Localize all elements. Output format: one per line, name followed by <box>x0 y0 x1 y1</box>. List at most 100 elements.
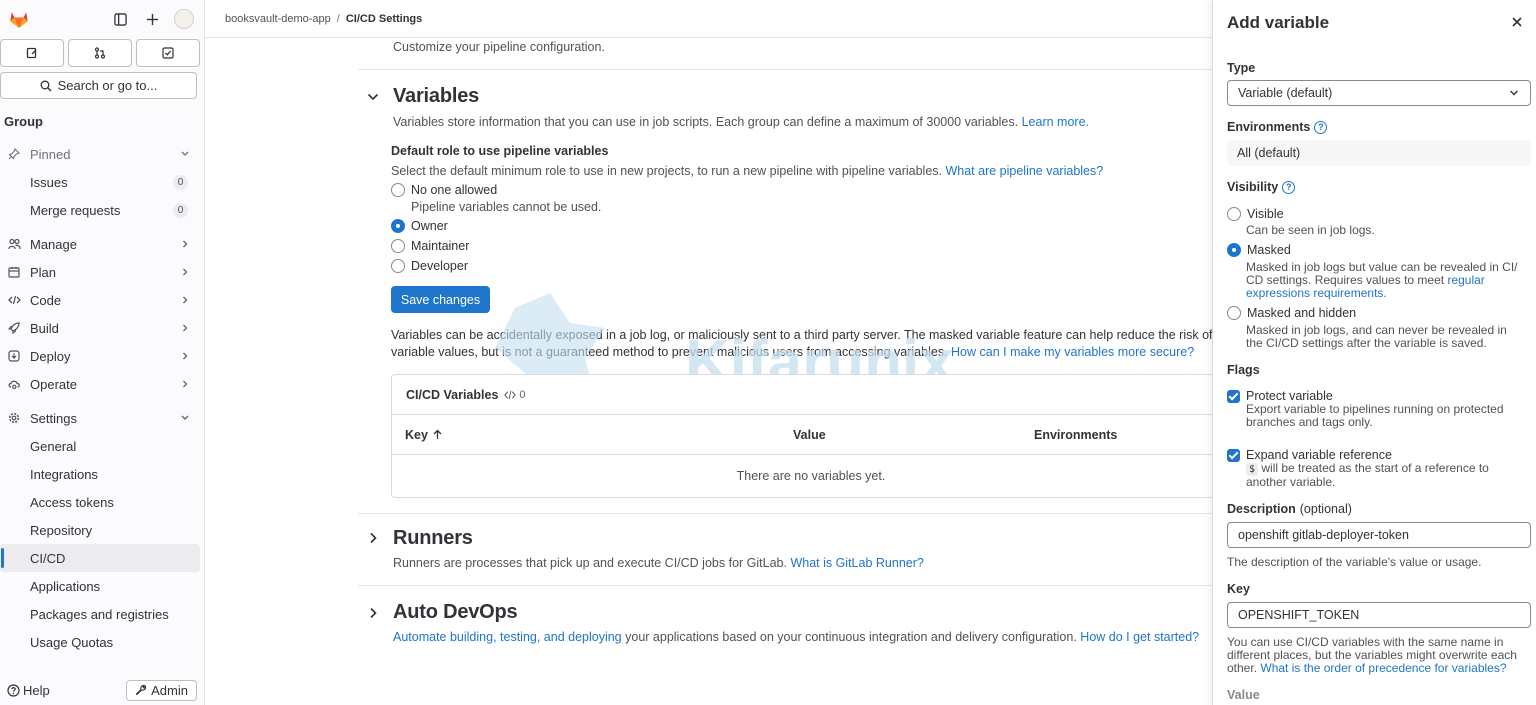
visibility-option-masked-hidden[interactable]: Masked and hidden <box>1227 306 1356 320</box>
help-question-icon[interactable]: ? <box>1282 180 1296 194</box>
sidebar-item-access-tokens[interactable]: Access tokens <box>0 488 200 516</box>
admin-button[interactable]: Admin <box>126 679 197 701</box>
user-avatar[interactable] <box>174 9 194 29</box>
role-option-maintainer[interactable]: Maintainer <box>391 239 469 253</box>
merge-requests-shortcut-button[interactable] <box>68 39 132 67</box>
radio-maintainer[interactable] <box>391 239 405 253</box>
search-button[interactable]: Search or go to... <box>0 72 197 99</box>
regular-expressions-link[interactable]: expressions requirements. <box>1246 286 1387 300</box>
precedence-link[interactable]: What is the order of precedence for vari… <box>1260 661 1506 675</box>
checkbox-checked[interactable] <box>1227 389 1240 403</box>
visibility-option-visible[interactable]: Visible <box>1227 207 1284 221</box>
sidebar-item-general[interactable]: General <box>0 432 200 460</box>
issues-shortcut-button[interactable] <box>0 39 64 67</box>
chevron-right-icon <box>183 268 188 276</box>
help-question-icon[interactable]: ? <box>1314 120 1328 134</box>
chevron-right-icon[interactable] <box>366 606 380 620</box>
sidebar-item-label: Repository <box>30 522 93 538</box>
radio-owner[interactable] <box>391 219 405 233</box>
description-input[interactable]: openshift gitlab-deployer-token <box>1227 522 1531 548</box>
chevron-down-icon <box>181 151 189 156</box>
chevron-right-icon <box>183 324 188 332</box>
radio-visible[interactable] <box>1227 207 1241 221</box>
sidebar-item-build[interactable]: Build <box>0 314 200 342</box>
sidebar-item-deploy[interactable]: Deploy <box>0 342 200 370</box>
breadcrumb: booksvault-demo-app / CI/CD Settings <box>205 0 1212 38</box>
sidebar-item-applications[interactable]: Applications <box>0 572 200 600</box>
key-help-text: other. <box>1227 661 1258 675</box>
type-select[interactable]: Variable (default) <box>1227 80 1531 106</box>
sidebar-item-usage-quotas[interactable]: Usage Quotas <box>0 628 200 656</box>
add-variable-drawer: Add variable Type Variable (default) Env… <box>1212 0 1536 705</box>
breadcrumb-project-link[interactable]: booksvault-demo-app <box>225 13 331 25</box>
sidebar-toggle-icon[interactable] <box>110 9 130 29</box>
autodevops-get-started-link[interactable]: How do I get started? <box>1080 630 1199 644</box>
cicd-variables-card: CI/CD Variables 0 Key Value Environments… <box>391 374 1212 498</box>
role-option-developer[interactable]: Developer <box>391 259 468 273</box>
column-value: Value <box>793 427 826 442</box>
description-help: The description of the variable's value … <box>1227 555 1482 569</box>
radio-masked-hidden[interactable] <box>1227 306 1241 320</box>
sidebar-item-label: CI/CD <box>30 550 66 566</box>
chevron-down-icon[interactable] <box>366 90 380 104</box>
autodevops-desc-text: your applications based on your continuo… <box>625 630 1077 644</box>
help-button[interactable]: Help <box>7 683 50 698</box>
variables-learn-more-link[interactable]: Learn more. <box>1022 115 1089 129</box>
expand-variable-checkbox[interactable]: Expand variable reference <box>1227 448 1392 462</box>
checkbox-checked[interactable] <box>1227 448 1240 462</box>
visibility-option-label: Masked <box>1247 243 1291 257</box>
environments-label-text: Environments <box>1227 120 1311 134</box>
issues-count-badge: 0 <box>173 175 188 190</box>
todo-shortcut-button[interactable] <box>136 39 200 67</box>
close-icon[interactable] <box>1510 15 1524 29</box>
sidebar-item-label: Usage Quotas <box>30 634 114 650</box>
sidebar-item-code[interactable]: Code <box>0 286 200 314</box>
pipeline-variables-link[interactable]: What are pipeline variables? <box>945 164 1103 178</box>
sidebar-item-integrations[interactable]: Integrations <box>0 460 200 488</box>
runners-section-title[interactable]: Runners <box>393 527 473 550</box>
radio-masked[interactable] <box>1227 243 1241 257</box>
chevron-right-icon[interactable] <box>366 531 380 545</box>
regular-expressions-link[interactable]: regular <box>1447 273 1484 287</box>
protect-variable-checkbox[interactable]: Protect variable <box>1227 389 1333 403</box>
sidebar-item-issues[interactable]: Issues 0 <box>0 168 200 196</box>
flag-label: Protect variable <box>1246 389 1333 403</box>
column-key[interactable]: Key <box>405 428 442 442</box>
gitlab-logo-icon[interactable] <box>8 8 30 30</box>
autodevops-automate-link[interactable]: Automate building, testing, and deployin… <box>393 630 622 644</box>
sidebar-item-cicd[interactable]: CI/CD <box>0 544 200 572</box>
variables-section-desc: Variables store information that you can… <box>393 115 1089 129</box>
gitlab-runner-link[interactable]: What is GitLab Runner? <box>790 556 923 570</box>
radio-no-one[interactable] <box>391 183 405 197</box>
sidebar-item-manage[interactable]: Manage <box>0 230 200 258</box>
runners-desc-text: Runners are processes that pick up and e… <box>393 556 787 570</box>
role-option-no-one[interactable]: No one allowed <box>391 183 497 197</box>
visibility-help: Can be seen in job logs. <box>1246 223 1375 237</box>
autodevops-section-title[interactable]: Auto DevOps <box>393 601 518 624</box>
key-input[interactable]: OPENSHIFT_TOKEN <box>1227 602 1531 628</box>
sidebar-item-label: Plan <box>30 264 57 280</box>
secure-variables-link[interactable]: How can I make my variables more secure? <box>951 345 1194 359</box>
sidebar-item-merge-requests[interactable]: Merge requests 0 <box>0 196 200 224</box>
environments-field[interactable]: All (default) <box>1227 140 1531 166</box>
role-option-owner[interactable]: Owner <box>391 219 448 233</box>
sidebar-item-packages-registries[interactable]: Packages and registries <box>0 600 200 628</box>
sidebar-item-label: Settings <box>30 410 77 426</box>
breadcrumb-current[interactable]: CI/CD Settings <box>346 13 422 25</box>
merge-requests-count-badge: 0 <box>173 203 188 218</box>
save-changes-button[interactable]: Save changes <box>391 286 490 313</box>
sidebar-item-pinned[interactable]: Pinned <box>0 140 200 168</box>
radio-developer[interactable] <box>391 259 405 273</box>
visibility-option-masked[interactable]: Masked <box>1227 243 1291 257</box>
variables-warning-line1: Variables can be accidentally exposed in… <box>391 328 1212 342</box>
code-icon <box>504 390 517 399</box>
create-new-icon[interactable] <box>142 9 162 29</box>
sort-arrow-up-icon <box>433 429 442 439</box>
chevron-right-icon <box>183 240 188 248</box>
sidebar-item-operate[interactable]: Operate <box>0 370 200 398</box>
sidebar-item-plan[interactable]: Plan <box>0 258 200 286</box>
variables-section-title[interactable]: Variables <box>393 85 479 108</box>
sidebar-item-label: Manage <box>30 236 77 252</box>
sidebar-item-settings[interactable]: Settings <box>0 404 200 432</box>
sidebar-item-repository[interactable]: Repository <box>0 516 200 544</box>
